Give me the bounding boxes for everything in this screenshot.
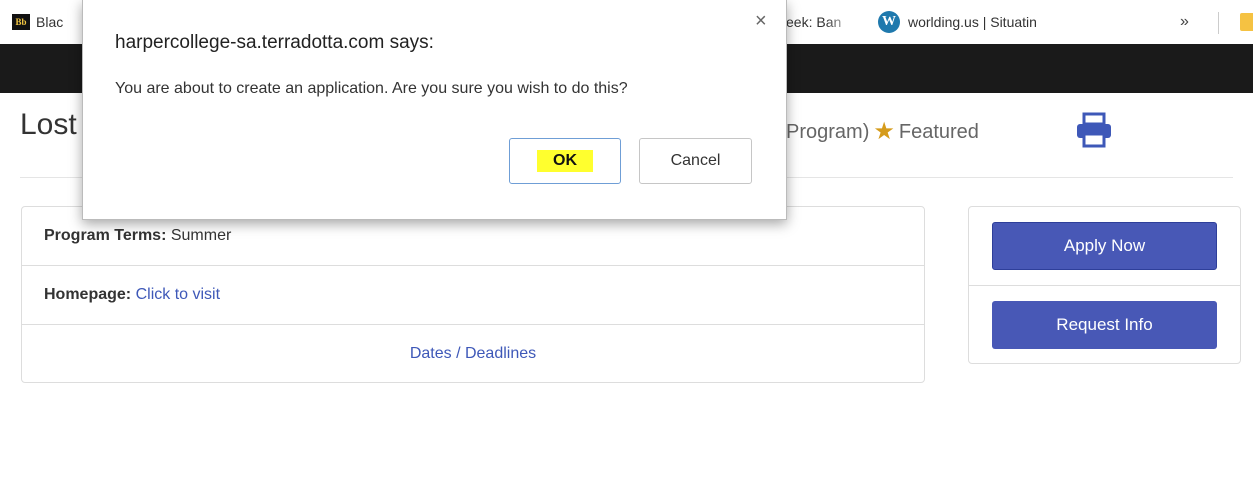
print-icon[interactable]	[1074, 112, 1114, 148]
bookmarks-divider	[1218, 12, 1219, 34]
dialog-title: harpercollege-sa.terradotta.com says:	[115, 32, 434, 53]
program-meta: Program) ★ Featured	[786, 120, 979, 144]
bookmark-week[interactable]: eek: Ban	[786, 0, 856, 44]
page-title: Lost	[20, 108, 77, 141]
bookmark-label: Blac	[36, 14, 64, 30]
dates-row: Dates / Deadlines	[22, 325, 924, 383]
request-info-button[interactable]: Request Info	[992, 301, 1217, 349]
homepage-link[interactable]: Click to visit	[136, 286, 220, 303]
folder-icon[interactable]	[1240, 13, 1253, 31]
program-terms-value: Summer	[170, 227, 232, 244]
bookmark-label: worlding.us | Situatin	[908, 14, 1037, 30]
star-icon: ★	[873, 118, 895, 145]
confirm-dialog: harpercollege-sa.terradotta.com says: × …	[82, 0, 787, 220]
bookmarks-overflow-button[interactable]: »	[1180, 0, 1189, 44]
homepage-row: Homepage: Click to visit	[22, 266, 924, 325]
actions-card: Apply Now Request Info	[968, 206, 1241, 364]
blackboard-icon: Bb	[12, 14, 30, 30]
bookmark-worlding[interactable]: W worlding.us | Situatin	[878, 0, 1100, 44]
apply-now-button[interactable]: Apply Now	[992, 222, 1217, 270]
program-info-card: Program Terms: Summer Homepage: Click to…	[21, 206, 925, 383]
ok-button[interactable]: OK	[509, 138, 621, 184]
ok-button-label: OK	[537, 150, 593, 172]
close-icon[interactable]: ×	[755, 10, 767, 33]
actions-divider	[969, 285, 1240, 286]
program-terms-label: Program Terms:	[44, 227, 167, 244]
dates-deadlines-link[interactable]: Dates / Deadlines	[410, 345, 536, 363]
cancel-button[interactable]: Cancel	[639, 138, 752, 184]
homepage-label: Homepage:	[44, 286, 132, 303]
featured-label: Featured	[898, 120, 979, 143]
program-type: Program)	[786, 120, 870, 143]
dialog-message: You are about to create an application. …	[115, 80, 628, 97]
bookmark-blackboard[interactable]: Bb Blac	[12, 0, 63, 44]
wordpress-icon: W	[878, 11, 900, 33]
